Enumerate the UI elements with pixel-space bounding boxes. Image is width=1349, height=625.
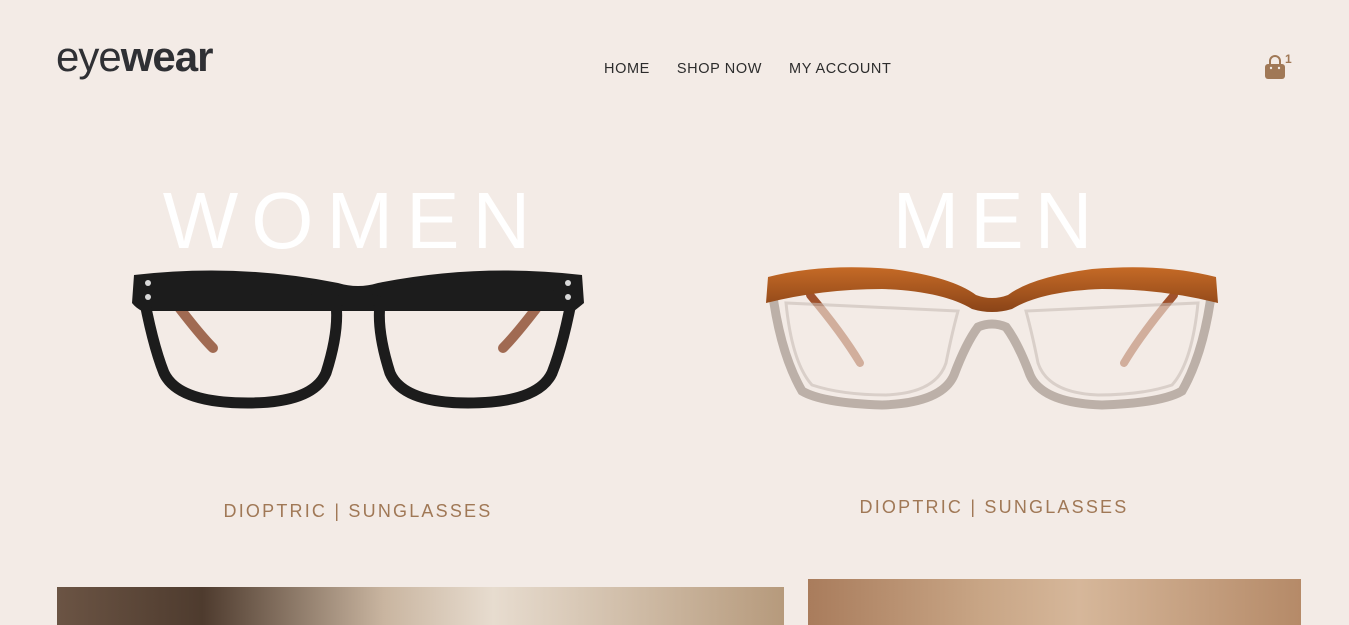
shopping-bag-icon — [1265, 55, 1285, 79]
link-separator: | — [970, 497, 985, 517]
category-title-men: MEN — [892, 176, 1104, 265]
logo-light-text: eye — [56, 33, 122, 80]
logo[interactable]: eyewear — [56, 33, 214, 80]
link-women-sunglasses[interactable]: SUNGLASSES — [348, 501, 492, 521]
category-links-women: DIOPTRIC | SUNGLASSES — [128, 501, 588, 522]
page: eyewear HOME SHOP NOW MY ACCOUNT 1 WOMEN — [0, 0, 1349, 625]
link-men-sunglasses[interactable]: SUNGLASSES — [984, 497, 1128, 517]
cart-count-badge: 1 — [1285, 52, 1292, 66]
main-nav: HOME SHOP NOW MY ACCOUNT — [604, 61, 891, 77]
women-glasses-image — [132, 270, 584, 409]
nav-my-account[interactable]: MY ACCOUNT — [789, 61, 891, 77]
promo-image-women[interactable] — [57, 587, 784, 625]
men-glasses-image — [766, 267, 1218, 410]
category-links-men: DIOPTRIC | SUNGLASSES — [764, 497, 1224, 518]
link-women-dioptric[interactable]: DIOPTRIC — [224, 501, 328, 521]
link-separator: | — [334, 501, 349, 521]
cart-button[interactable]: 1 — [1264, 52, 1294, 84]
category-men[interactable]: MEN DIOPTRIC | SUNGLASSES — [762, 175, 1222, 535]
category-women[interactable]: WOMEN DIOPTRIC | SUNGLASSES — [128, 175, 588, 535]
logo-bold-text: wear — [120, 33, 214, 80]
link-men-dioptric[interactable]: DIOPTRIC — [860, 497, 964, 517]
nav-home[interactable]: HOME — [604, 61, 650, 77]
nav-shop-now[interactable]: SHOP NOW — [677, 61, 762, 77]
promo-image-men[interactable] — [808, 579, 1301, 625]
category-title-women: WOMEN — [162, 176, 544, 265]
